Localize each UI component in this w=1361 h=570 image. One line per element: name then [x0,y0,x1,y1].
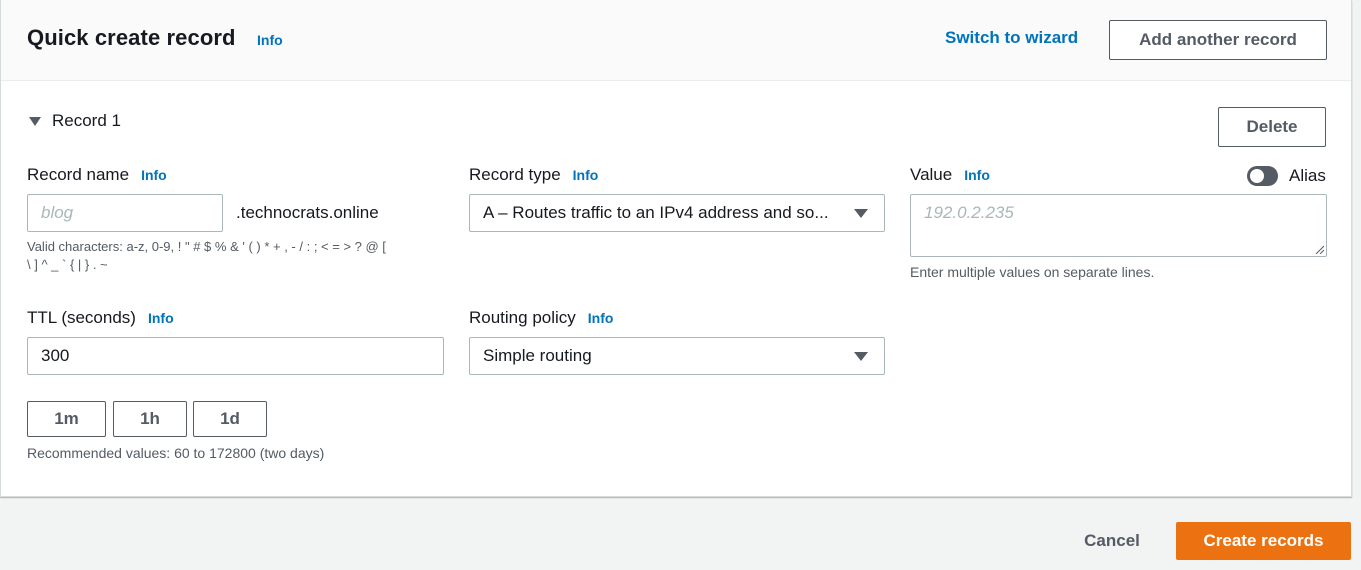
value-label-row: Value Info [910,165,990,185]
caret-down-icon [854,352,868,361]
value-hint: Enter multiple values on separate lines. [910,264,1155,280]
ttl-info-link[interactable]: Info [148,310,174,326]
ttl-1m-button[interactable]: 1m [27,401,106,437]
ttl-1h-button[interactable]: 1h [113,401,187,437]
routing-policy-select[interactable]: Simple routing [469,337,885,375]
page-title: Quick create record [27,25,236,50]
ttl-input[interactable]: 300 [27,337,444,375]
panel-header: Quick create record Info Switch to wizar… [1,0,1351,81]
routing-policy-label: Routing policy [469,308,576,327]
record-type-select[interactable]: A – Routes traffic to an IPv4 address an… [469,194,885,232]
ttl-1d-button[interactable]: 1d [193,401,267,437]
record-section-toggle[interactable]: Record 1 [29,111,121,131]
record-type-selected: A – Routes traffic to an IPv4 address an… [483,203,829,222]
value-label: Value [910,165,953,184]
ttl-label-row: TTL (seconds) Info [27,308,174,328]
alias-label: Alias [1289,166,1326,185]
record-name-label: Record name [27,165,130,184]
alias-toggle[interactable] [1247,166,1278,186]
record-type-label: Record type [469,165,561,184]
resize-grip-icon[interactable] [1315,245,1324,254]
caret-down-icon [854,209,868,218]
domain-suffix: .technocrats.online [236,203,379,222]
routing-policy-label-row: Routing policy Info [469,308,613,328]
record-name-label-row: Record name Info [27,165,167,185]
record-name-hint-line1: Valid characters: a-z, 0-9, ! " # $ % & … [27,239,386,254]
delete-record-button[interactable]: Delete [1218,107,1326,147]
value-placeholder: 192.0.2.235 [924,203,1014,222]
value-info-link[interactable]: Info [964,167,990,183]
switch-to-wizard-button[interactable]: Switch to wizard [945,28,1078,48]
toggle-knob [1250,169,1264,183]
routing-policy-info-link[interactable]: Info [588,310,614,326]
value-textarea[interactable]: 192.0.2.235 [910,194,1327,257]
caret-down-icon [29,116,41,126]
ttl-label: TTL (seconds) [27,308,136,327]
title-info-link[interactable]: Info [257,32,283,48]
record-name-input[interactable]: blog [27,194,223,232]
record-name-hint-line2: \ ] ^ _ ` { | } . ~ [27,257,108,272]
record-type-info-link[interactable]: Info [573,167,599,183]
record-name-info-link[interactable]: Info [141,167,167,183]
create-records-button[interactable]: Create records [1176,522,1351,560]
record-name-placeholder: blog [41,203,74,222]
record-type-label-row: Record type Info [469,165,598,185]
record-name-hint: Valid characters: a-z, 0-9, ! " # $ % & … [27,238,386,274]
routing-policy-selected: Simple routing [483,346,592,365]
ttl-hint: Recommended values: 60 to 172800 (two da… [27,445,325,461]
cancel-button[interactable]: Cancel [1068,522,1156,560]
quick-create-panel: Quick create record Info Switch to wizar… [0,0,1352,497]
add-another-record-button[interactable]: Add another record [1109,20,1327,60]
record-section-label: Record 1 [52,111,121,130]
ttl-value: 300 [41,346,70,365]
